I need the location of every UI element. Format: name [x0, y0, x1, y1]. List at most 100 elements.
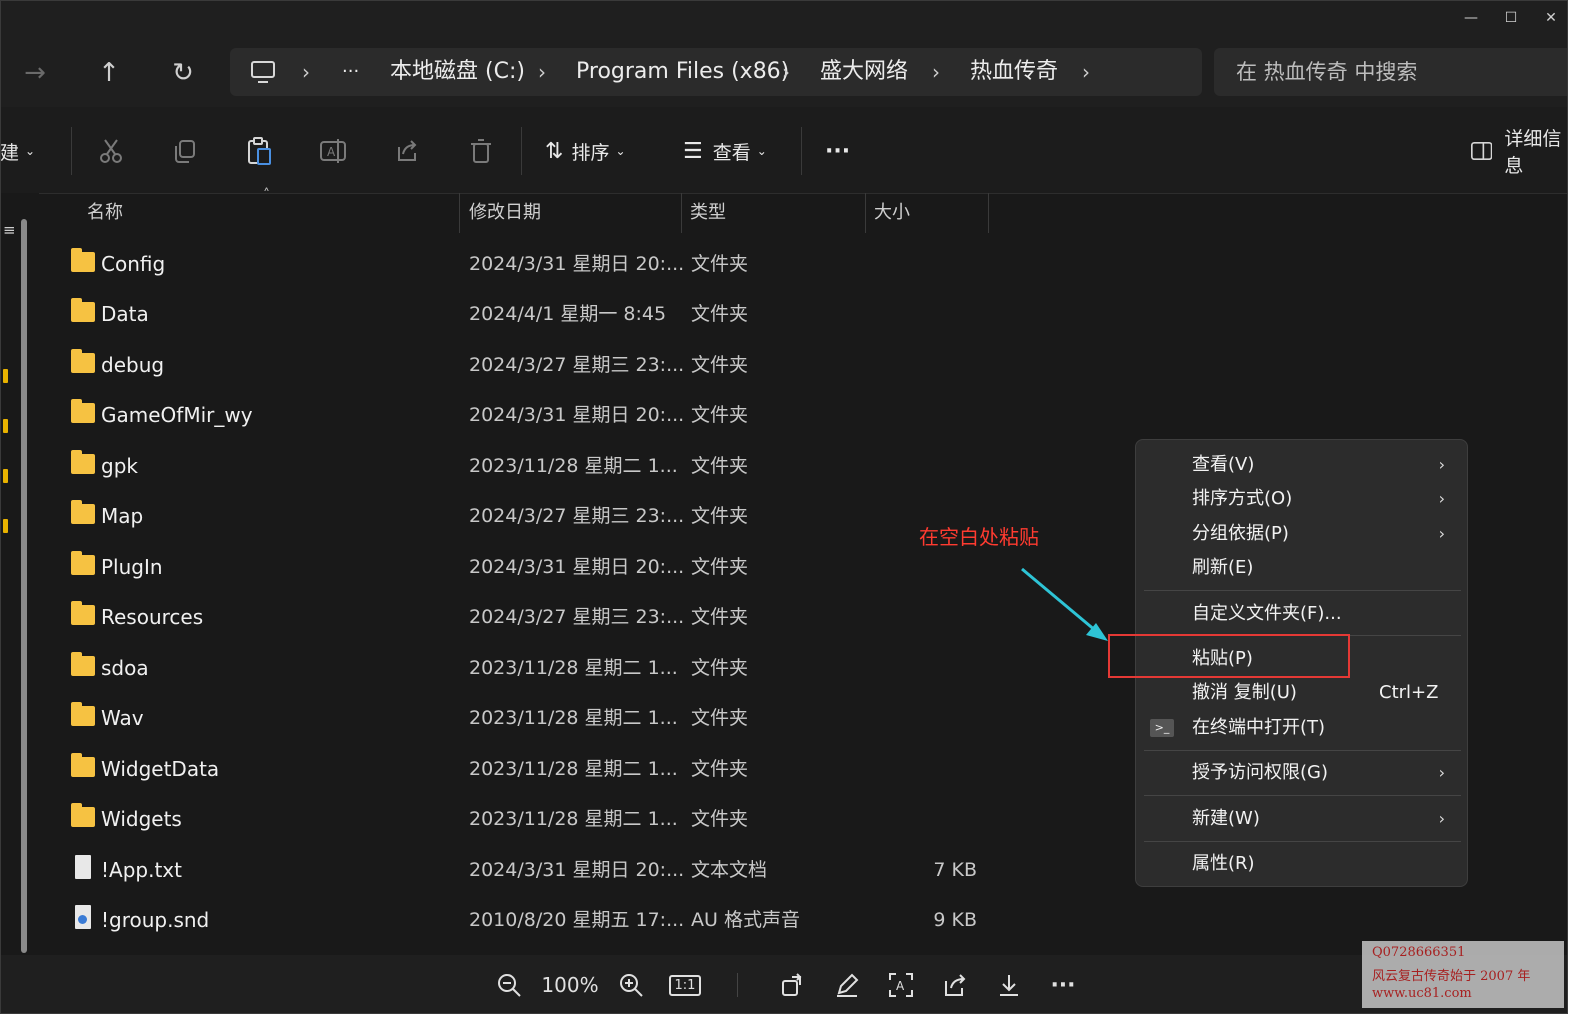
maximize-icon: ☐	[1504, 10, 1518, 26]
breadcrumb-legend-of-mir[interactable]: 热血传奇	[970, 48, 1058, 96]
file-date: 2024/3/31 星期日 20:...	[469, 556, 685, 578]
paste-button[interactable]	[245, 131, 273, 171]
nav-pane-scrollbar[interactable]	[21, 219, 27, 953]
sound-file-icon	[75, 905, 91, 929]
chevron-right-icon: ›	[932, 60, 940, 84]
more-options-button[interactable]: ···	[825, 131, 850, 171]
file-row[interactable]: WidgetData 2023/11/28 星期二 1... 文件夹	[61, 744, 1121, 794]
chevron-down-icon: ⌄	[615, 144, 626, 158]
menu-item-refresh[interactable]: 刷新(E)	[1136, 551, 1467, 585]
toolbar-divider	[801, 127, 802, 175]
menu-item-sort[interactable]: 排序方式(O) ›	[1136, 482, 1467, 516]
chevron-right-icon: ›	[1438, 524, 1445, 543]
file-row[interactable]: Resources 2024/3/27 星期三 23:... 文件夹	[61, 592, 1121, 642]
text-recognition-button[interactable]: A	[883, 965, 919, 1005]
file-row[interactable]: sdoa 2023/11/28 星期二 1... 文件夹	[61, 643, 1121, 693]
column-header-size[interactable]: 大小	[874, 193, 910, 233]
chevron-right-icon: ›	[1438, 809, 1445, 828]
menu-item-label: 属性(R)	[1192, 853, 1255, 874]
column-divider[interactable]	[865, 193, 866, 233]
download-button[interactable]	[991, 965, 1027, 1005]
file-row[interactable]: Widgets 2023/11/28 星期二 1... 文件夹	[61, 794, 1121, 844]
column-header-name[interactable]: 名称	[87, 193, 123, 233]
watermark: Q0728666351 风云复古传奇始于 2007 年 www.uc81.com	[1362, 941, 1564, 1008]
refresh-button[interactable]: ↻	[165, 55, 201, 91]
search-box[interactable]	[1214, 48, 1567, 96]
file-type: 文件夹	[691, 556, 749, 578]
menu-item-group[interactable]: 分组依据(P) ›	[1136, 517, 1467, 551]
cut-button[interactable]	[97, 131, 125, 171]
navigation-pane[interactable]: ≡	[1, 193, 39, 955]
view-button[interactable]: ☰ 查看 ⌄	[683, 131, 767, 171]
file-row[interactable]: GameOfMir_wy 2024/3/31 星期日 20:... 文件夹	[61, 390, 1121, 440]
rotate-button[interactable]	[775, 965, 811, 1005]
file-date: 2023/11/28 星期二 1...	[469, 455, 678, 477]
file-name: Map	[101, 504, 144, 528]
breadcrumb-drive-c[interactable]: 本地磁盘 (C:)	[390, 48, 525, 96]
close-button[interactable]: ✕	[1531, 1, 1567, 35]
viewer-more-button[interactable]: ···	[1045, 965, 1081, 1005]
forward-button[interactable]: →	[17, 55, 53, 91]
file-row[interactable]: debug 2024/3/27 星期三 23:... 文件夹	[61, 340, 1121, 390]
file-row[interactable]: Config 2024/3/31 星期日 20:... 文件夹	[61, 239, 1121, 289]
details-pane-button[interactable]: 详细信息	[1471, 128, 1567, 177]
column-divider[interactable]	[459, 193, 460, 233]
file-row[interactable]: !App.txt 2024/3/31 星期日 20:... 文本文档 7 KB	[61, 845, 1121, 895]
rename-button[interactable]: A	[319, 131, 347, 171]
column-divider[interactable]	[681, 193, 682, 233]
file-row[interactable]: !group.snd 2010/8/20 星期五 17:... AU 格式声音 …	[61, 895, 1121, 945]
up-button[interactable]: ↑	[91, 55, 127, 91]
new-button[interactable]: 新建 ⌄	[1, 131, 35, 171]
file-name: Data	[101, 302, 149, 326]
maximize-button[interactable]: ☐	[1491, 1, 1531, 35]
breadcrumb-shanda[interactable]: 盛大网络	[820, 48, 908, 96]
viewer-divider	[737, 973, 738, 997]
file-row[interactable]: gpk 2023/11/28 星期二 1... 文件夹	[61, 441, 1121, 491]
viewer-toolbar: 100% 1:1 A ···	[1, 955, 1567, 1013]
menu-item-customize-folder[interactable]: 自定义文件夹(F)...	[1136, 597, 1467, 631]
share-image-button[interactable]	[937, 965, 973, 1005]
watermark-line: Q0728666351	[1372, 945, 1466, 960]
menu-item-view[interactable]: 查看(V) ›	[1136, 448, 1467, 482]
folder-icon	[71, 248, 95, 272]
menu-item-label: 刷新(E)	[1192, 557, 1254, 578]
file-name: sdoa	[101, 656, 149, 680]
file-row[interactable]: Wav 2023/11/28 星期二 1... 文件夹	[61, 693, 1121, 743]
copy-icon	[175, 140, 195, 163]
sort-button[interactable]: ⇅ 排序 ⌄	[545, 131, 626, 171]
column-header-type[interactable]: 类型	[690, 193, 726, 233]
menu-item-undo-copy[interactable]: 撤消 复制(U) Ctrl+Z	[1136, 676, 1467, 710]
chevron-right-icon[interactable]: ›	[1082, 48, 1090, 96]
address-bar[interactable]: › ··· 本地磁盘 (C:) › Program Files (x86) › …	[230, 48, 1202, 96]
annotation-text: 在空白处粘贴	[919, 525, 1039, 549]
file-type: 文本文档	[691, 859, 768, 881]
zoom-in-button[interactable]	[613, 965, 649, 1005]
menu-item-new[interactable]: 新建(W) ›	[1136, 802, 1467, 836]
search-input[interactable]	[1214, 48, 1567, 96]
minimize-button[interactable]: —	[1451, 1, 1491, 35]
menu-item-label: 排序方式(O)	[1192, 488, 1293, 509]
menu-item-properties[interactable]: 属性(R)	[1136, 847, 1467, 881]
menu-item-grant-access[interactable]: 授予访问权限(G) ›	[1136, 756, 1467, 790]
rotate-icon	[782, 973, 802, 996]
watermark-line: www.uc81.com	[1372, 986, 1472, 1001]
menu-item-open-terminal[interactable]: >_ 在终端中打开(T)	[1136, 711, 1467, 745]
column-header-date[interactable]: 修改日期	[469, 193, 541, 233]
actual-size-button[interactable]: 1:1	[665, 965, 705, 1005]
zoom-level[interactable]: 100%	[537, 965, 603, 1005]
up-arrow-icon: ↑	[98, 58, 120, 88]
share-button[interactable]	[393, 131, 421, 171]
edit-button[interactable]	[829, 965, 865, 1005]
column-divider[interactable]	[988, 193, 989, 233]
folder-icon	[71, 349, 95, 373]
breadcrumb-program-files[interactable]: Program Files (x86)	[576, 48, 789, 96]
nav-folder-icon	[3, 369, 8, 383]
breadcrumb-more[interactable]: ···	[342, 48, 359, 96]
zoom-out-button[interactable]	[491, 965, 527, 1005]
delete-button[interactable]	[467, 131, 495, 171]
file-row[interactable]: Data 2024/4/1 星期一 8:45 文件夹	[61, 289, 1121, 339]
folder-icon	[71, 551, 95, 575]
copy-button[interactable]	[171, 131, 199, 171]
menu-separator	[1144, 590, 1461, 591]
file-name: Widgets	[101, 807, 182, 831]
